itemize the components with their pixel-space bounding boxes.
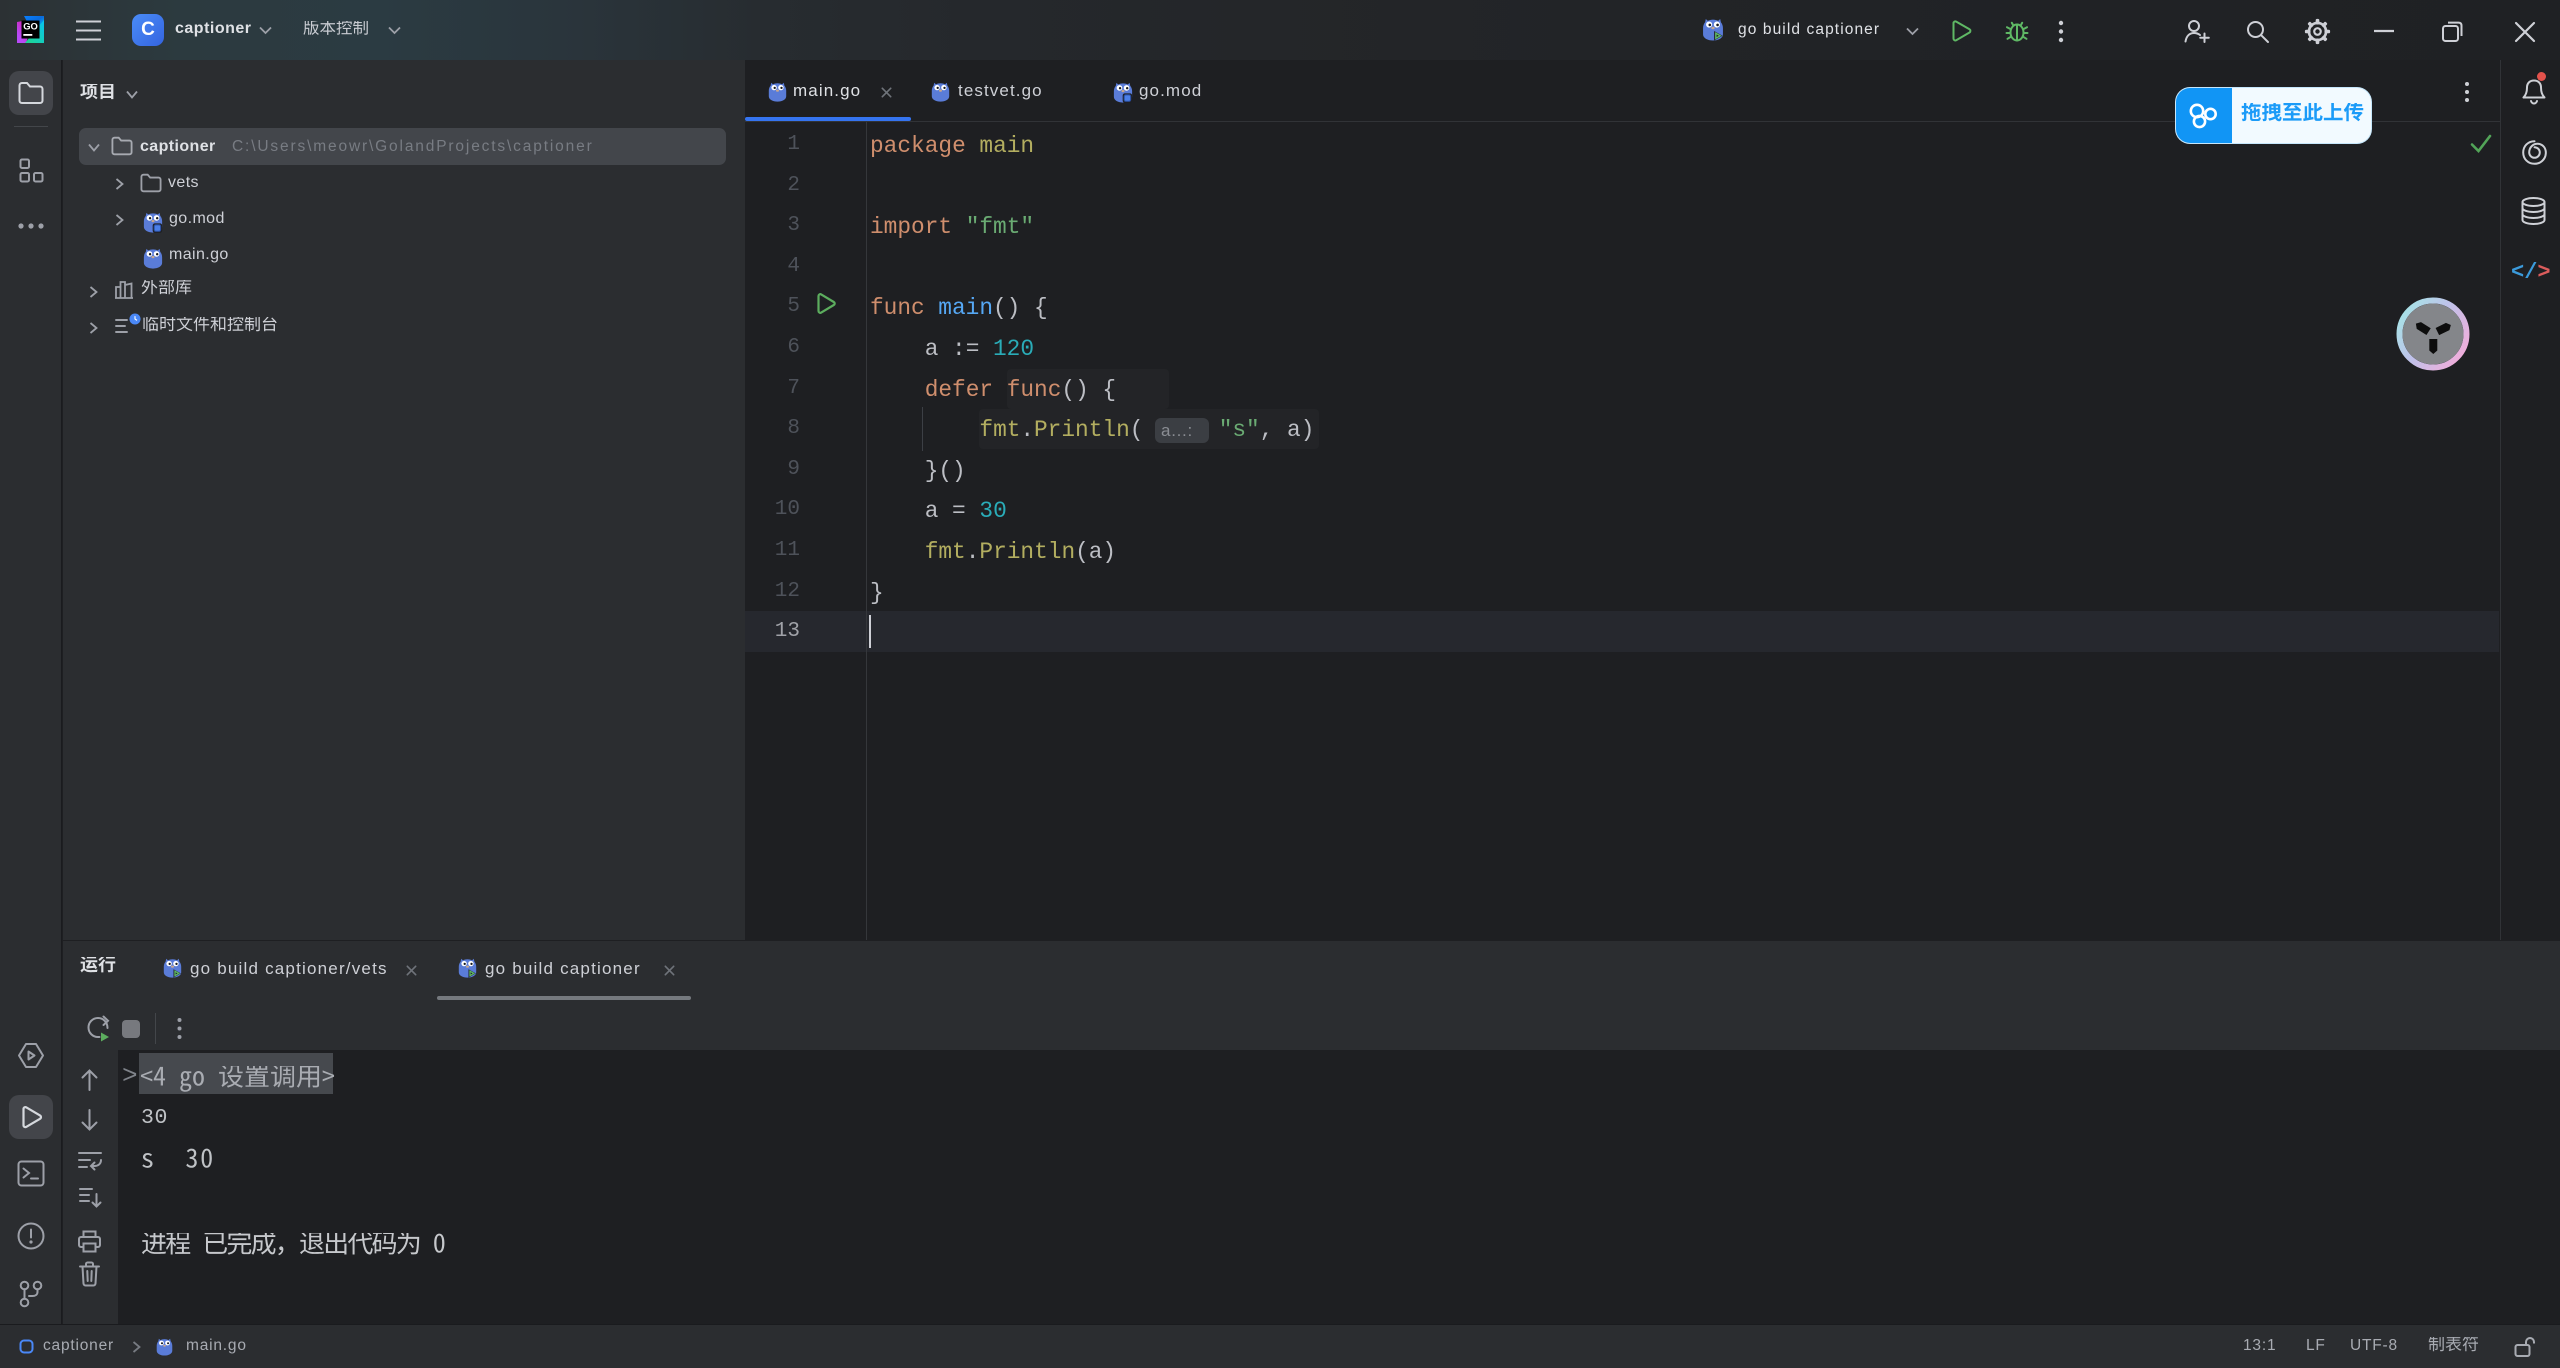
svg-text:GO: GO (23, 21, 38, 32)
